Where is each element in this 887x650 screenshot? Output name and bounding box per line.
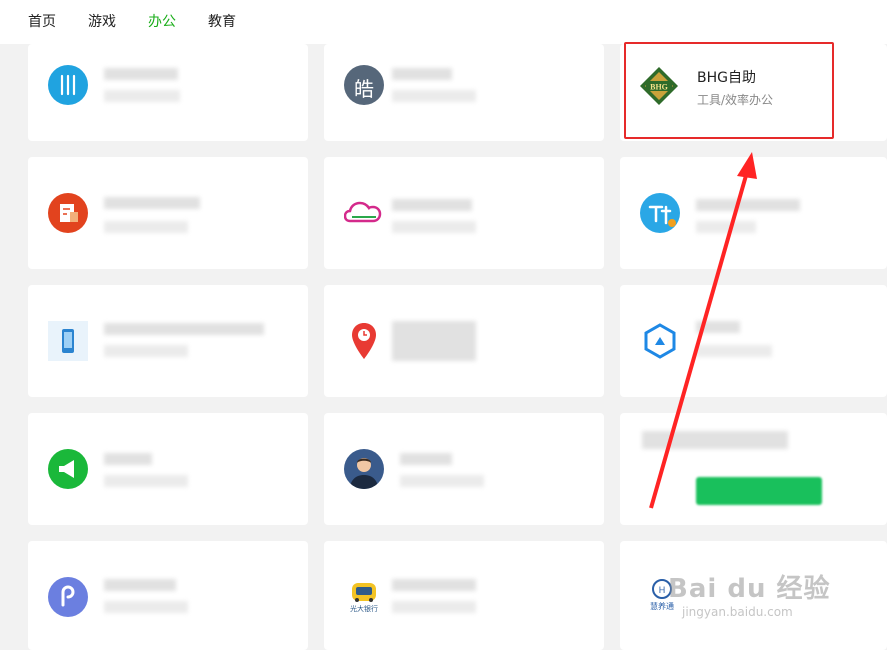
watermark-main: Bai du 经验 [668,574,831,604]
baidu-watermark: Bai du 经验 jingyan.baidu.com [668,568,831,619]
watermark-url: jingyan.baidu.com [682,605,793,619]
red-arrow [649,152,757,509]
